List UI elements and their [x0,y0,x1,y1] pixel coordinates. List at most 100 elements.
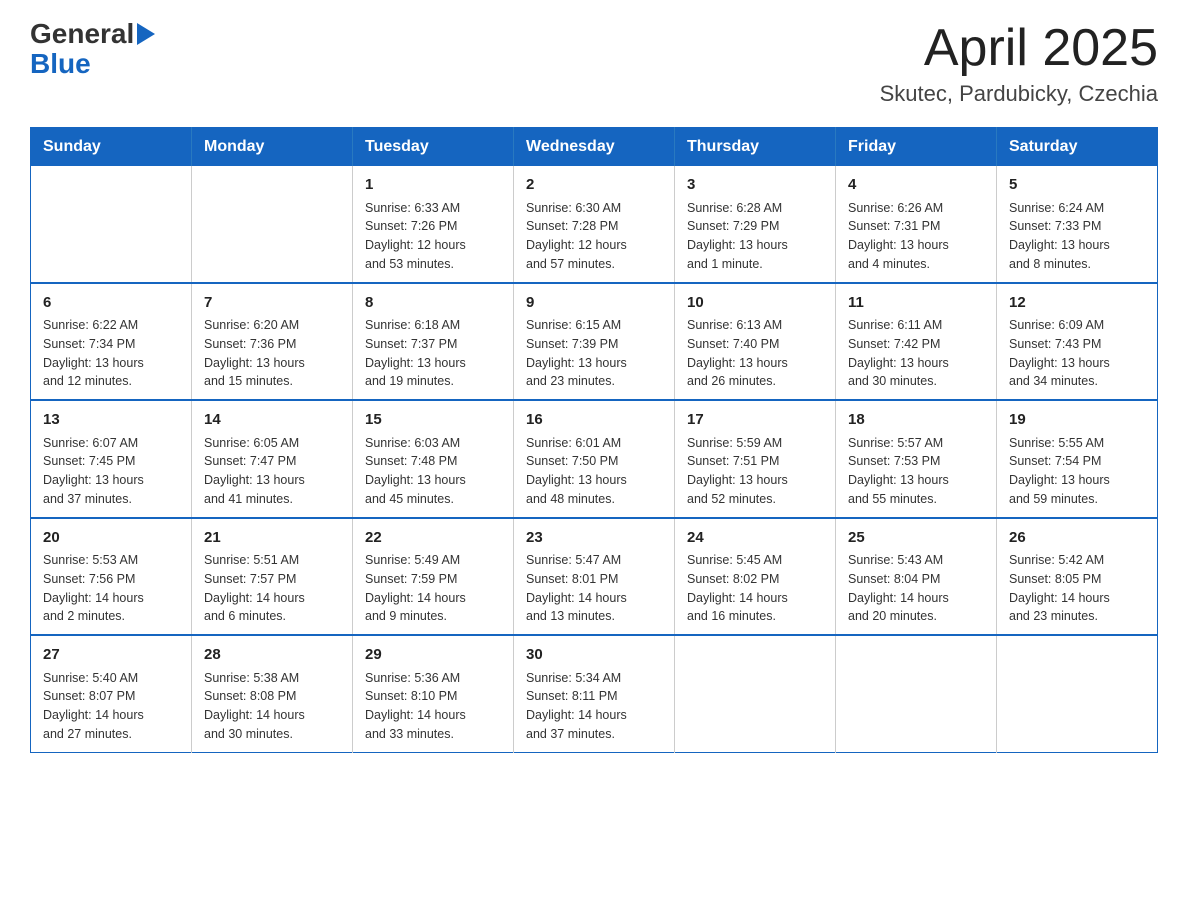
day-number: 14 [204,409,340,432]
day-info: Sunrise: 6:05 AMSunset: 7:47 PMDaylight:… [204,434,340,509]
day-number: 19 [1009,409,1145,432]
calendar-cell: 11Sunrise: 6:11 AMSunset: 7:42 PMDayligh… [836,283,997,401]
calendar-cell: 9Sunrise: 6:15 AMSunset: 7:39 PMDaylight… [514,283,675,401]
day-info: Sunrise: 6:28 AMSunset: 7:29 PMDaylight:… [687,199,823,274]
calendar-cell: 10Sunrise: 6:13 AMSunset: 7:40 PMDayligh… [675,283,836,401]
day-number: 24 [687,527,823,550]
day-number: 21 [204,527,340,550]
calendar-cell: 21Sunrise: 5:51 AMSunset: 7:57 PMDayligh… [192,518,353,636]
calendar-week-row: 27Sunrise: 5:40 AMSunset: 8:07 PMDayligh… [31,635,1158,752]
subtitle: Skutec, Pardubicky, Czechia [880,81,1158,107]
day-number: 18 [848,409,984,432]
calendar-cell: 12Sunrise: 6:09 AMSunset: 7:43 PMDayligh… [997,283,1158,401]
day-info: Sunrise: 5:57 AMSunset: 7:53 PMDaylight:… [848,434,984,509]
calendar-cell: 4Sunrise: 6:26 AMSunset: 7:31 PMDaylight… [836,166,997,283]
calendar-cell: 30Sunrise: 5:34 AMSunset: 8:11 PMDayligh… [514,635,675,752]
calendar-cell: 5Sunrise: 6:24 AMSunset: 7:33 PMDaylight… [997,166,1158,283]
day-info: Sunrise: 6:18 AMSunset: 7:37 PMDaylight:… [365,316,501,391]
calendar-cell: 26Sunrise: 5:42 AMSunset: 8:05 PMDayligh… [997,518,1158,636]
logo-blue-text: Blue [30,48,91,80]
day-info: Sunrise: 5:34 AMSunset: 8:11 PMDaylight:… [526,669,662,744]
day-number: 8 [365,292,501,315]
logo-triangle-icon [137,23,155,45]
day-number: 9 [526,292,662,315]
day-number: 4 [848,174,984,197]
day-info: Sunrise: 6:01 AMSunset: 7:50 PMDaylight:… [526,434,662,509]
day-info: Sunrise: 6:09 AMSunset: 7:43 PMDaylight:… [1009,316,1145,391]
calendar-cell: 23Sunrise: 5:47 AMSunset: 8:01 PMDayligh… [514,518,675,636]
day-number: 17 [687,409,823,432]
day-info: Sunrise: 5:51 AMSunset: 7:57 PMDaylight:… [204,551,340,626]
day-number: 3 [687,174,823,197]
calendar-week-row: 6Sunrise: 6:22 AMSunset: 7:34 PMDaylight… [31,283,1158,401]
day-info: Sunrise: 6:22 AMSunset: 7:34 PMDaylight:… [43,316,179,391]
calendar-header: Sunday Monday Tuesday Wednesday Thursday… [31,128,1158,167]
logo: General Blue [30,20,155,80]
day-number: 11 [848,292,984,315]
day-number: 20 [43,527,179,550]
day-number: 15 [365,409,501,432]
day-info: Sunrise: 5:45 AMSunset: 8:02 PMDaylight:… [687,551,823,626]
calendar-cell: 29Sunrise: 5:36 AMSunset: 8:10 PMDayligh… [353,635,514,752]
calendar-week-row: 1Sunrise: 6:33 AMSunset: 7:26 PMDaylight… [31,166,1158,283]
calendar-body: 1Sunrise: 6:33 AMSunset: 7:26 PMDaylight… [31,166,1158,752]
day-number: 2 [526,174,662,197]
day-info: Sunrise: 5:40 AMSunset: 8:07 PMDaylight:… [43,669,179,744]
day-number: 27 [43,644,179,667]
calendar-cell: 24Sunrise: 5:45 AMSunset: 8:02 PMDayligh… [675,518,836,636]
calendar-header-row: Sunday Monday Tuesday Wednesday Thursday… [31,128,1158,167]
title-block: April 2025 Skutec, Pardubicky, Czechia [880,20,1158,107]
col-tuesday: Tuesday [353,128,514,167]
calendar-cell: 1Sunrise: 6:33 AMSunset: 7:26 PMDaylight… [353,166,514,283]
calendar-cell: 16Sunrise: 6:01 AMSunset: 7:50 PMDayligh… [514,400,675,518]
logo-general-text: General [30,20,134,48]
calendar-week-row: 13Sunrise: 6:07 AMSunset: 7:45 PMDayligh… [31,400,1158,518]
day-number: 1 [365,174,501,197]
day-number: 26 [1009,527,1145,550]
calendar-cell [192,166,353,283]
day-info: Sunrise: 6:07 AMSunset: 7:45 PMDaylight:… [43,434,179,509]
calendar-cell: 6Sunrise: 6:22 AMSunset: 7:34 PMDaylight… [31,283,192,401]
calendar-cell [997,635,1158,752]
day-number: 25 [848,527,984,550]
calendar-cell: 2Sunrise: 6:30 AMSunset: 7:28 PMDaylight… [514,166,675,283]
calendar-cell: 17Sunrise: 5:59 AMSunset: 7:51 PMDayligh… [675,400,836,518]
day-info: Sunrise: 6:15 AMSunset: 7:39 PMDaylight:… [526,316,662,391]
day-info: Sunrise: 5:43 AMSunset: 8:04 PMDaylight:… [848,551,984,626]
day-info: Sunrise: 6:30 AMSunset: 7:28 PMDaylight:… [526,199,662,274]
calendar-cell: 18Sunrise: 5:57 AMSunset: 7:53 PMDayligh… [836,400,997,518]
day-info: Sunrise: 5:47 AMSunset: 8:01 PMDaylight:… [526,551,662,626]
day-info: Sunrise: 5:59 AMSunset: 7:51 PMDaylight:… [687,434,823,509]
day-number: 7 [204,292,340,315]
col-friday: Friday [836,128,997,167]
day-number: 29 [365,644,501,667]
day-info: Sunrise: 5:53 AMSunset: 7:56 PMDaylight:… [43,551,179,626]
day-number: 22 [365,527,501,550]
day-info: Sunrise: 5:36 AMSunset: 8:10 PMDaylight:… [365,669,501,744]
col-sunday: Sunday [31,128,192,167]
day-info: Sunrise: 6:33 AMSunset: 7:26 PMDaylight:… [365,199,501,274]
day-number: 6 [43,292,179,315]
day-number: 10 [687,292,823,315]
main-title: April 2025 [880,20,1158,77]
calendar-cell [836,635,997,752]
day-info: Sunrise: 6:03 AMSunset: 7:48 PMDaylight:… [365,434,501,509]
day-info: Sunrise: 6:26 AMSunset: 7:31 PMDaylight:… [848,199,984,274]
day-info: Sunrise: 6:20 AMSunset: 7:36 PMDaylight:… [204,316,340,391]
calendar-cell: 3Sunrise: 6:28 AMSunset: 7:29 PMDaylight… [675,166,836,283]
calendar-table: Sunday Monday Tuesday Wednesday Thursday… [30,127,1158,753]
day-info: Sunrise: 6:24 AMSunset: 7:33 PMDaylight:… [1009,199,1145,274]
calendar-week-row: 20Sunrise: 5:53 AMSunset: 7:56 PMDayligh… [31,518,1158,636]
day-number: 30 [526,644,662,667]
day-number: 5 [1009,174,1145,197]
day-info: Sunrise: 5:49 AMSunset: 7:59 PMDaylight:… [365,551,501,626]
calendar-cell: 20Sunrise: 5:53 AMSunset: 7:56 PMDayligh… [31,518,192,636]
col-wednesday: Wednesday [514,128,675,167]
day-info: Sunrise: 5:55 AMSunset: 7:54 PMDaylight:… [1009,434,1145,509]
calendar-cell: 25Sunrise: 5:43 AMSunset: 8:04 PMDayligh… [836,518,997,636]
day-info: Sunrise: 6:11 AMSunset: 7:42 PMDaylight:… [848,316,984,391]
day-number: 23 [526,527,662,550]
day-info: Sunrise: 6:13 AMSunset: 7:40 PMDaylight:… [687,316,823,391]
calendar-cell: 27Sunrise: 5:40 AMSunset: 8:07 PMDayligh… [31,635,192,752]
day-number: 13 [43,409,179,432]
